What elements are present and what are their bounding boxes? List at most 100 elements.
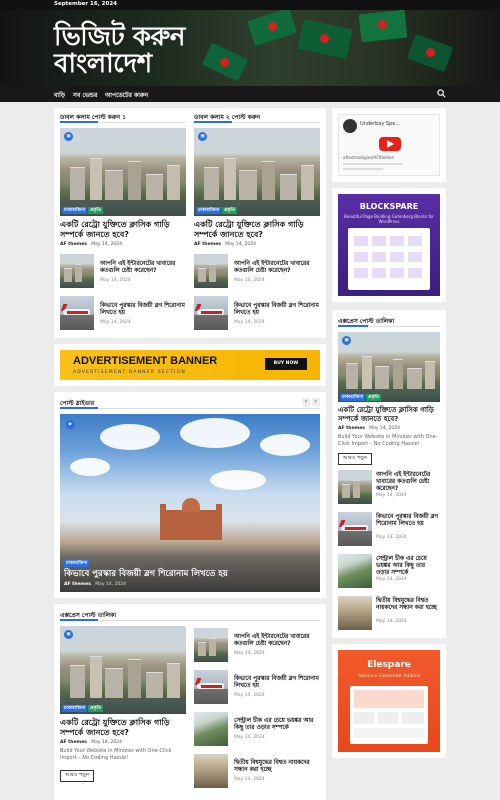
post-thumbnail[interactable]: [338, 470, 372, 504]
search-icon[interactable]: [437, 89, 446, 98]
post-title[interactable]: কিভাবে পুরস্কার বিজয়ী ব্লগ শিরোনাম লিখত…: [234, 303, 320, 317]
post-thumbnail[interactable]: [194, 254, 228, 288]
advertisement-banner[interactable]: ADVERTISEMENT BANNER ADVERTISEMENT BANNE…: [60, 350, 320, 380]
post-title[interactable]: সেন্ট্রাল চীক এর চেয়ে ভয়ঙ্কর আর কিছু ত…: [234, 718, 320, 732]
post-thumbnail[interactable]: [60, 254, 94, 288]
post-title[interactable]: কিভাবে পুরস্কার বিজয়ী ব্লগ শিরোনাম লিখত…: [234, 676, 320, 690]
post-format-icon: ▣: [64, 132, 73, 141]
post-excerpt: Build Your Website in Minutes with One-C…: [338, 434, 438, 447]
read-more-button[interactable]: আরও পড়ুন: [60, 770, 94, 782]
post-date: May 14, 2024: [234, 735, 265, 740]
read-more-button[interactable]: আরও পড়ুন: [338, 453, 372, 465]
post-date: May 14, 2024: [234, 278, 265, 283]
post-headline[interactable]: একটি রেট্রো যুক্তিতে ক্লাসিক গাড়ি সম্পর…: [60, 718, 186, 738]
post-date: May 14, 2024: [234, 320, 265, 325]
site-title-line-1: ভিজিট করুন: [54, 22, 185, 52]
elespare-banner[interactable]: Elespare Advance Elementor Addons: [338, 650, 440, 752]
post-image[interactable]: [60, 626, 186, 714]
post-title[interactable]: আপনি এই ইন্টারনেটের খাবারের কতগুলি চেষ্ট…: [234, 261, 320, 275]
post-author[interactable]: AF themes: [64, 582, 91, 587]
express-list-section: এক্সপ্রেস পোস্ট তালিকা ▣ ঢাকারাজিনা প্রক…: [54, 604, 326, 800]
post-author[interactable]: AF themes: [60, 242, 87, 247]
nav-item-vendors[interactable]: সব ভেন্ডর: [73, 90, 97, 101]
nav-item-update[interactable]: আপডেটের কারুন: [105, 90, 148, 101]
post-date: May 14, 2024: [91, 242, 123, 247]
post-headline[interactable]: একটি রেট্রো যুক্তিতে ক্লাসিক গাড়ি সম্পর…: [338, 406, 440, 424]
main-navigation: বাড়ি সব ভেন্ডর আপডেটের কারুন: [0, 86, 500, 102]
post-headline[interactable]: একটি রেট্রো যুক্তিতে ক্লাসিক গাড়ি সম্পর…: [60, 220, 186, 240]
post-title[interactable]: আপনি এই ইন্টারনেটের খাবারের কতগুলি চেষ্ট…: [234, 634, 320, 648]
post-title[interactable]: কিভাবে পুরস্কার বিজয়ী ব্লগ শিরোনাম লিখত…: [376, 514, 440, 528]
category-badge[interactable]: ঢাকারাজিনা: [196, 207, 222, 214]
post-format-icon: ▣: [64, 630, 73, 639]
youtube-play-icon[interactable]: [379, 137, 401, 151]
post-date: May 14, 2024: [95, 582, 127, 587]
site-title-line-2: বাংলাদেশ: [54, 49, 152, 79]
blockspare-preview: [348, 228, 430, 290]
post-author[interactable]: AF themes: [194, 242, 221, 247]
youtube-widget: Underbay Spe... aftechnologies/AFthemes: [332, 108, 446, 182]
slider-prev-button[interactable]: ‹: [302, 398, 310, 406]
post-thumbnail[interactable]: [338, 596, 372, 630]
post-date: May 14, 2024: [100, 320, 131, 325]
channel-avatar: [343, 119, 357, 133]
post-thumbnail[interactable]: [194, 628, 228, 662]
elespare-widget: Elespare Advance Elementor Addons: [332, 644, 446, 758]
post-date: May 14, 2024: [376, 619, 407, 624]
post-author[interactable]: AF themes: [60, 740, 87, 745]
nav-item-home[interactable]: বাড়ি: [54, 90, 65, 101]
site-header: ভিজিট করুন বাংলাদেশ: [0, 10, 500, 86]
post-date: May 14, 2024: [100, 278, 131, 283]
post-date: May 14, 2024: [225, 242, 257, 247]
buy-now-button[interactable]: BUY NOW: [265, 358, 307, 370]
youtube-video[interactable]: Underbay Spe... aftechnologies/AFthemes: [338, 114, 440, 176]
category-badge[interactable]: প্রকৃতি: [88, 207, 104, 214]
post-thumbnail[interactable]: [338, 554, 372, 588]
post-thumbnail[interactable]: [194, 712, 228, 746]
double-column-section: ডাবল কলাম পোস্ট করুন ১ ▣ ঢাকারাজিনা প্রক…: [54, 108, 326, 338]
post-thumbnail[interactable]: [194, 754, 228, 788]
post-title[interactable]: আপনি এই ইন্টারনেটের খাবারের কতগুলি চেষ্ট…: [100, 261, 186, 275]
slider-next-button[interactable]: ›: [312, 398, 320, 406]
post-image[interactable]: [194, 128, 320, 216]
post-image[interactable]: [338, 332, 440, 402]
slider-headline[interactable]: কিভাবে পুরস্কার বিজয়ী ব্লগ শিরোনাম লিখত…: [64, 569, 314, 579]
post-thumbnail[interactable]: [338, 512, 372, 546]
category-badge[interactable]: প্রকৃতি: [222, 207, 238, 214]
category-badge[interactable]: ঢাকারাজিনা: [62, 705, 88, 712]
post-excerpt: Build Your Website in Minutes with One-C…: [60, 748, 172, 761]
post-thumbnail[interactable]: [194, 670, 228, 704]
post-date: May 14, 2024: [234, 693, 265, 698]
category-badge[interactable]: ঢাকারাজিনা: [62, 207, 88, 214]
category-badge[interactable]: ঢাকারাজিনা: [340, 394, 366, 401]
post-image[interactable]: [60, 128, 186, 216]
post-title[interactable]: সেন্ট্রাল চীক এর চেয়ে ভয়ঙ্কর আর কিছু ত…: [376, 556, 440, 577]
post-title[interactable]: দ্বিতীয় বিশ্বযুদ্ধের বিশ্বত নায়কদের সন…: [376, 598, 440, 612]
slider-image[interactable]: [60, 414, 320, 592]
ad-subtitle: ADVERTISEMENT BANNER SECTION: [73, 370, 186, 375]
post-thumbnail[interactable]: [194, 296, 228, 330]
current-date: September 16, 2024: [54, 1, 117, 7]
post-meta: AF themes May 14, 2024: [60, 242, 122, 247]
sidebar-express-list: এক্সপ্রেস পোস্ট তালিকা ▣ ঢাকারাজিনা প্রক…: [332, 310, 446, 638]
blockspare-title: BLOCKSPARE: [359, 202, 419, 211]
blockspare-banner[interactable]: BLOCKSPARE Beautiful Page Building Guten…: [338, 194, 440, 296]
category-badge[interactable]: প্রকৃতি: [366, 394, 382, 401]
blockspare-subtitle: Beautiful Page Building Gutenberg Blocks…: [344, 214, 434, 224]
category-badge[interactable]: প্রকৃতি: [88, 705, 104, 712]
site-title[interactable]: ভিজিট করুন বাংলাদেশ: [54, 24, 185, 78]
category-badge[interactable]: ঢাকারাজিনা: [64, 560, 90, 567]
post-meta: AF themes May 14, 2024: [338, 426, 400, 431]
post-title[interactable]: দ্বিতীয় বিশ্বযুদ্ধের বিশ্বত নায়কদের সন…: [234, 760, 320, 774]
post-date: May 14, 2024: [376, 535, 407, 540]
post-slider-section: পোস্ট স্লাইডার ‹ › ▶ ঢাকারাজিনা কিভাবে প…: [54, 392, 326, 598]
post-format-icon: ▣: [198, 132, 207, 141]
post-title[interactable]: আপনি এই ইন্টারনেটের খাবারের কতগুলি চেষ্ট…: [376, 472, 440, 493]
post-thumbnail[interactable]: [60, 296, 94, 330]
post-format-icon: ▶: [66, 420, 75, 429]
post-meta: AF themes May 14, 2024: [64, 582, 126, 587]
post-author[interactable]: AF themes: [338, 426, 365, 431]
post-title[interactable]: কিভাবে পুরস্কার বিজয়ী ব্লগ শিরোনাম লিখত…: [100, 303, 186, 317]
post-headline[interactable]: একটি রেট্রো যুক্তিতে ক্লাসিক গাড়ি সম্পর…: [194, 220, 320, 240]
elespare-title: Elespare: [367, 660, 411, 670]
